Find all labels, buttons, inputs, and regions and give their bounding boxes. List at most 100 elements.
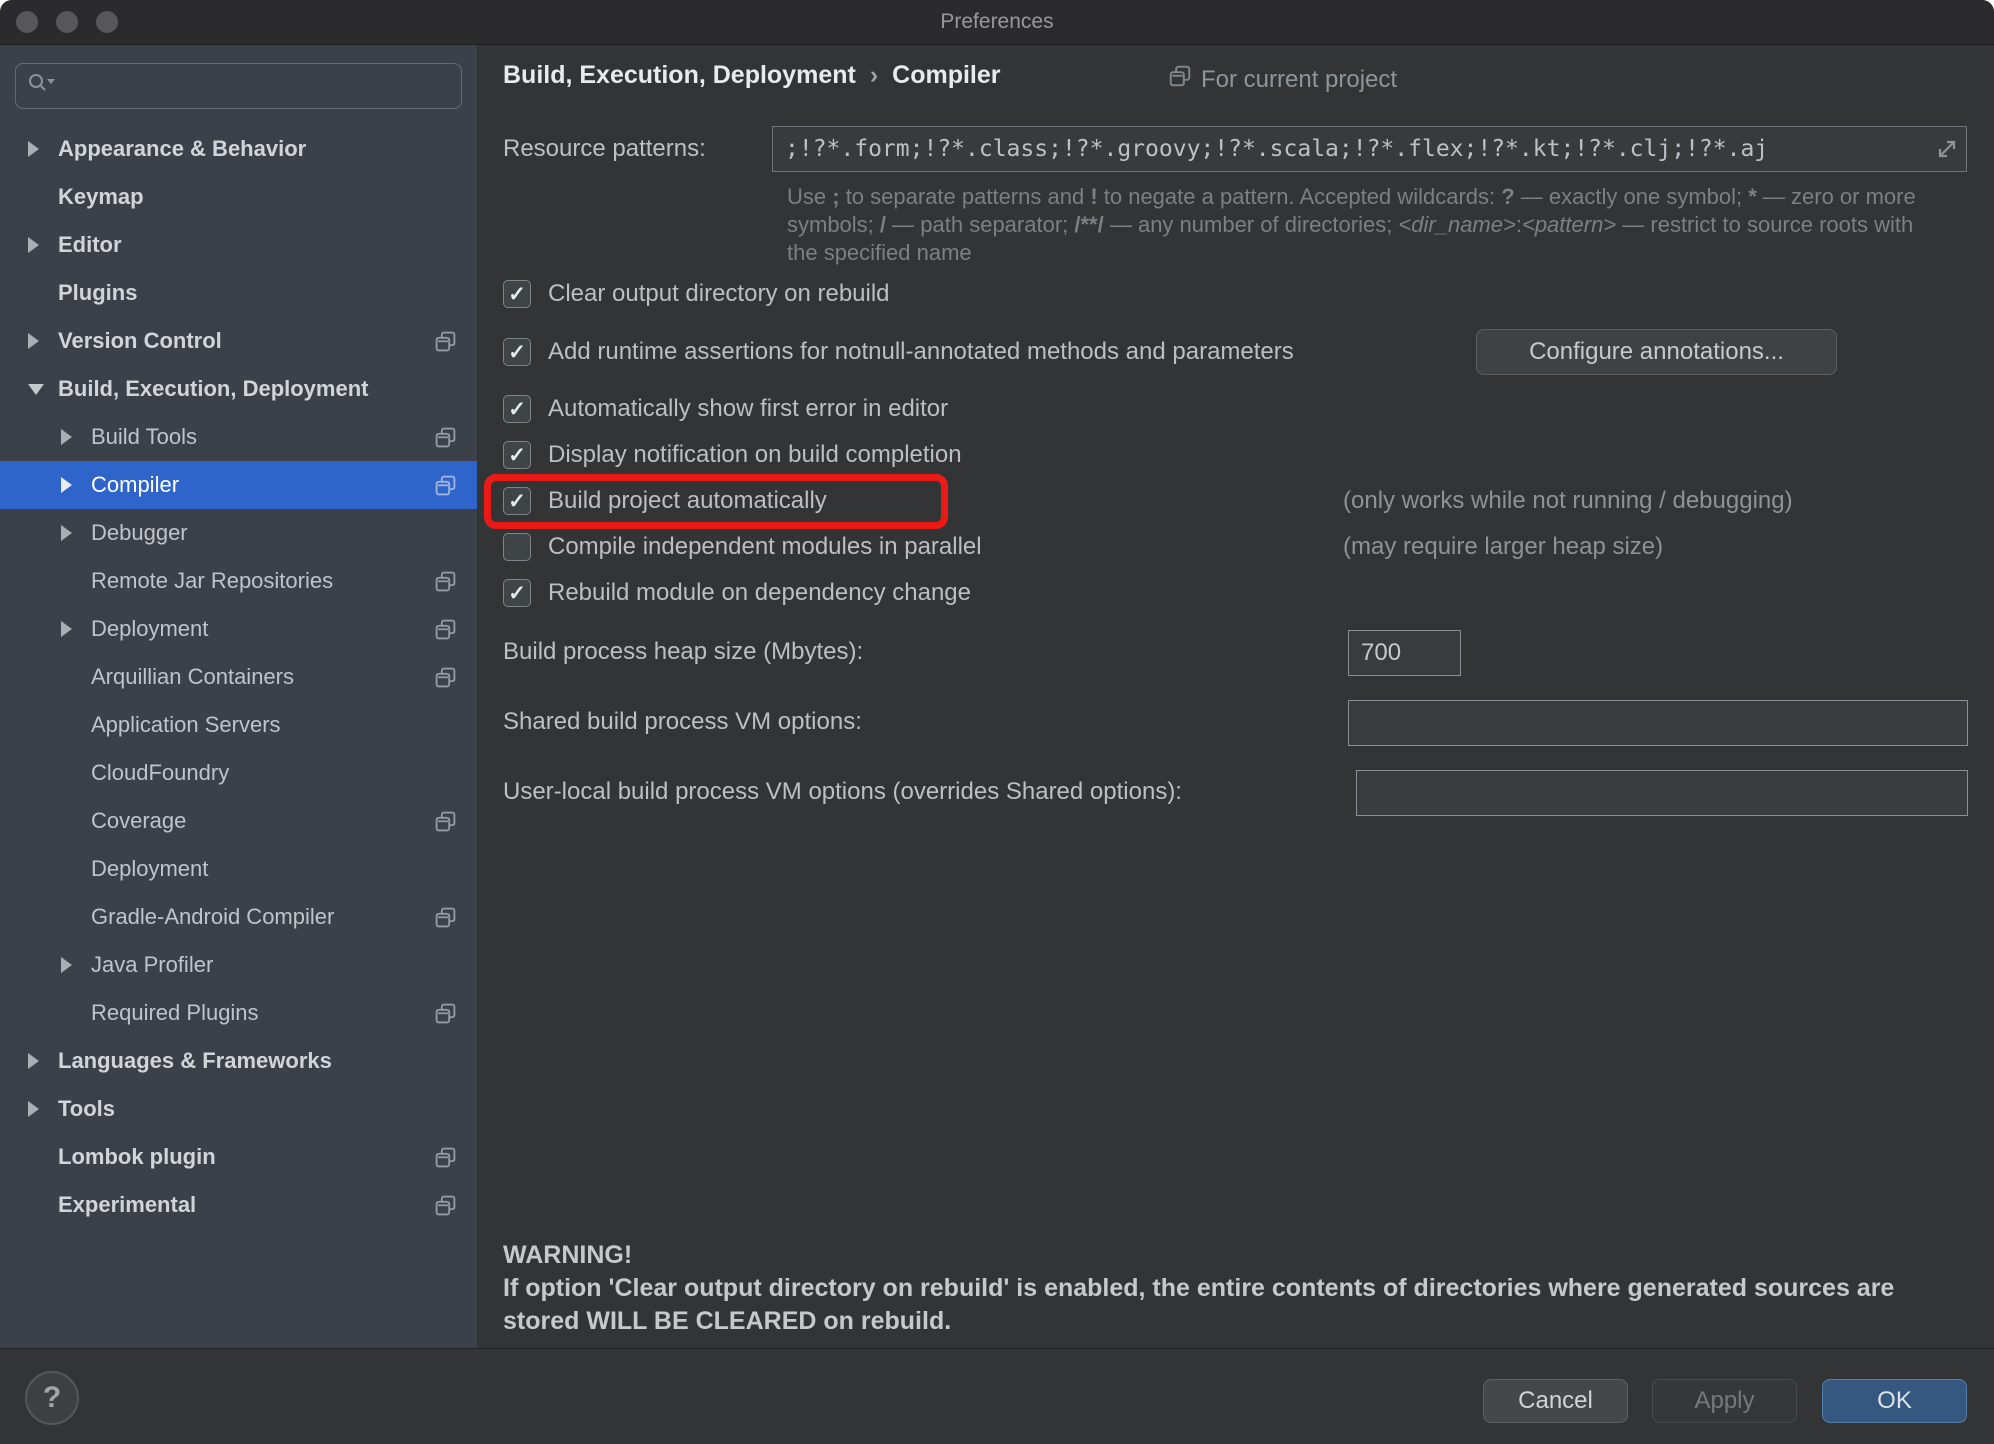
sidebar-item-label: Appearance & Behavior <box>58 136 306 162</box>
sidebar-item-required-plugins[interactable]: Required Plugins <box>0 989 477 1037</box>
tree-arrow-icon[interactable] <box>28 1101 39 1117</box>
shared-vm-options-input[interactable] <box>1348 700 1968 746</box>
warning-message: WARNING! If option 'Clear output directo… <box>503 1239 1943 1338</box>
sidebar-item-label: Deployment <box>91 856 208 882</box>
sidebar-item-label: Compiler <box>91 472 179 498</box>
tree-arrow-icon[interactable] <box>28 237 39 253</box>
sidebar-item-cloudfoundry[interactable]: CloudFoundry <box>0 749 477 797</box>
tree-arrow-icon[interactable] <box>61 525 72 541</box>
tree-arrow-icon[interactable] <box>28 333 39 349</box>
sidebar-item-deployment[interactable]: Deployment <box>0 845 477 893</box>
window-title: Preferences <box>0 0 1994 44</box>
option-build-project-automatically[interactable]: ✓ Build project automatically (only work… <box>503 478 1969 524</box>
sidebar-item-build-execution-deployment[interactable]: Build, Execution, Deployment <box>0 365 477 413</box>
per-project-icon <box>434 474 457 497</box>
breadcrumb-current: Compiler <box>892 61 1000 90</box>
sidebar-item-label: Required Plugins <box>91 1000 259 1026</box>
sidebar-item-coverage[interactable]: Coverage <box>0 797 477 845</box>
sidebar-item-java-profiler[interactable]: Java Profiler <box>0 941 477 989</box>
option-label: Compile independent modules in parallel <box>548 533 982 561</box>
sidebar-item-label: Remote Jar Repositories <box>91 568 333 594</box>
option-note: (may require larger heap size) <box>1343 533 1663 561</box>
sidebar-item-keymap[interactable]: Keymap <box>0 173 477 221</box>
per-project-icon <box>434 618 457 641</box>
option-automatically-show-first-error-in-editor[interactable]: ✓ Automatically show first error in edit… <box>503 386 1969 432</box>
tree-arrow-icon[interactable] <box>61 477 72 493</box>
sidebar-item-tools[interactable]: Tools <box>0 1085 477 1133</box>
resource-patterns-input[interactable] <box>773 127 1966 171</box>
sidebar-item-label: Gradle-Android Compiler <box>91 904 334 930</box>
sidebar-item-label: Build, Execution, Deployment <box>58 376 368 402</box>
per-project-icon <box>434 330 457 353</box>
sidebar-item-build-tools[interactable]: Build Tools <box>0 413 477 461</box>
tree-arrow-icon[interactable] <box>61 957 72 973</box>
sidebar-item-lombok-plugin[interactable]: Lombok plugin <box>0 1133 477 1181</box>
search-box[interactable] <box>15 63 462 109</box>
search-dropdown-icon <box>47 79 55 84</box>
checkbox[interactable]: ✓ <box>503 533 531 561</box>
sidebar-item-label: Application Servers <box>91 712 281 738</box>
search-icon <box>26 71 56 102</box>
sidebar-item-arquillian-containers[interactable]: Arquillian Containers <box>0 653 477 701</box>
ok-button[interactable]: OK <box>1822 1379 1967 1423</box>
for-current-project-icon <box>1168 64 1192 95</box>
option-compile-independent-modules-in-parallel[interactable]: ✓ Compile independent modules in paralle… <box>503 524 1969 570</box>
sidebar-item-application-servers[interactable]: Application Servers <box>0 701 477 749</box>
option-clear-output-directory-on-rebuild[interactable]: ✓ Clear output directory on rebuild <box>503 271 1969 317</box>
settings-tree: Appearance & Behavior Keymap Editor Plug… <box>0 125 477 1229</box>
sidebar-item-editor[interactable]: Editor <box>0 221 477 269</box>
tree-arrow-icon[interactable] <box>28 384 44 395</box>
tree-arrow-icon[interactable] <box>28 141 39 157</box>
apply-button[interactable]: Apply <box>1652 1379 1797 1423</box>
sidebar-item-appearance-behavior[interactable]: Appearance & Behavior <box>0 125 477 173</box>
option-label: Clear output directory on rebuild <box>548 280 890 308</box>
sidebar-item-debugger[interactable]: Debugger <box>0 509 477 557</box>
compiler-settings-panel: Build, Execution, Deployment › Compiler … <box>478 45 1994 1348</box>
shared-vm-options-label: Shared build process VM options: <box>503 708 862 736</box>
option-display-notification-on-build-completion[interactable]: ✓ Display notification on build completi… <box>503 432 1969 478</box>
per-project-icon <box>434 810 457 833</box>
sidebar-item-label: Plugins <box>58 280 137 306</box>
breadcrumb-parent[interactable]: Build, Execution, Deployment <box>503 61 856 90</box>
help-button[interactable]: ? <box>25 1371 79 1425</box>
resource-patterns-field <box>772 126 1967 172</box>
sidebar-item-label: Editor <box>58 232 122 258</box>
sidebar-item-experimental[interactable]: Experimental <box>0 1181 477 1229</box>
per-project-icon <box>434 906 457 929</box>
checkbox[interactable]: ✓ <box>503 441 531 469</box>
search-input[interactable] <box>58 73 451 99</box>
tree-arrow-icon[interactable] <box>61 429 72 445</box>
sidebar-item-compiler[interactable]: Compiler <box>0 461 477 509</box>
scope-label: For current project <box>1201 66 1397 94</box>
heap-size-input[interactable] <box>1348 630 1461 676</box>
sidebar-item-plugins[interactable]: Plugins <box>0 269 477 317</box>
per-project-icon <box>434 1146 457 1169</box>
checkbox[interactable]: ✓ <box>503 280 531 308</box>
option-label: Automatically show first error in editor <box>548 395 948 423</box>
checkbox[interactable]: ✓ <box>503 487 531 515</box>
sidebar-item-label: Build Tools <box>91 424 197 450</box>
sidebar-item-languages-frameworks[interactable]: Languages & Frameworks <box>0 1037 477 1085</box>
heap-size-label: Build process heap size (Mbytes): <box>503 638 863 666</box>
user-vm-options-input[interactable] <box>1356 770 1968 816</box>
checkbox[interactable]: ✓ <box>503 338 531 366</box>
option-rebuild-module-on-dependency-change[interactable]: ✓ Rebuild module on dependency change <box>503 570 1969 616</box>
configure-annotations-button[interactable]: Configure annotations... <box>1476 329 1837 375</box>
sidebar-item-deployment[interactable]: Deployment <box>0 605 477 653</box>
tree-arrow-icon[interactable] <box>61 621 72 637</box>
sidebar-item-label: Keymap <box>58 184 144 210</box>
breadcrumb-separator: › <box>870 61 878 90</box>
checkbox[interactable]: ✓ <box>503 579 531 607</box>
warning-title: WARNING! <box>503 1239 1943 1272</box>
sidebar-item-remote-jar-repositories[interactable]: Remote Jar Repositories <box>0 557 477 605</box>
sidebar-item-label: Experimental <box>58 1192 196 1218</box>
expand-icon[interactable] <box>1934 136 1960 167</box>
option-note: (only works while not running / debuggin… <box>1343 487 1793 515</box>
cancel-button[interactable]: Cancel <box>1483 1379 1628 1423</box>
checkbox[interactable]: ✓ <box>503 395 531 423</box>
tree-arrow-icon[interactable] <box>28 1053 39 1069</box>
option-label: Add runtime assertions for notnull-annot… <box>548 338 1294 366</box>
sidebar-item-gradle-android-compiler[interactable]: Gradle-Android Compiler <box>0 893 477 941</box>
sidebar-item-version-control[interactable]: Version Control <box>0 317 477 365</box>
scope-indicator: For current project <box>1168 64 1397 95</box>
